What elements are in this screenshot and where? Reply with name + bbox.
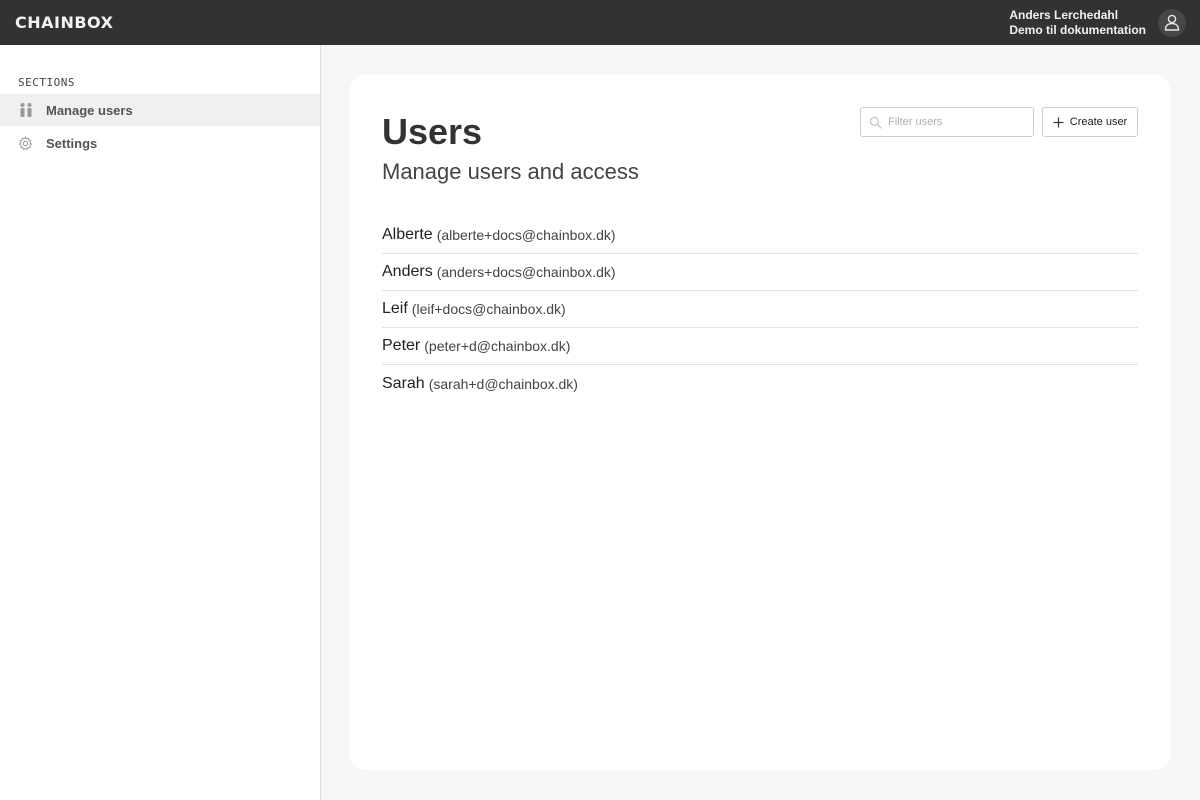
sidebar-item-manage-users[interactable]: Manage users <box>0 94 320 126</box>
search-icon <box>869 116 882 129</box>
plus-icon <box>1053 117 1064 127</box>
user-row-sarah[interactable]: Sarah (sarah+d@chainbox.dk) <box>382 365 1138 402</box>
user-name: Sarah <box>382 374 425 392</box>
user-email: (peter+d@chainbox.dk) <box>424 338 571 354</box>
user-email: (anders+docs@chainbox.dk) <box>436 264 616 280</box>
create-user-label: Create user <box>1069 116 1128 128</box>
user-row-leif[interactable]: Leif (leif+docs@chainbox.dk) <box>382 291 1138 328</box>
top-bar: CHAINBOX Anders Lerchedahl Demo til doku… <box>0 0 1200 45</box>
user-name: Peter <box>382 337 421 354</box>
sidebar-item-settings[interactable]: Settings <box>0 127 320 159</box>
filter-users-field[interactable] <box>860 107 1034 137</box>
user-name: Alberte <box>382 226 433 243</box>
user-menu[interactable]: Anders Lerchedahl Demo til dokumentation <box>1009 8 1186 38</box>
user-info[interactable]: Anders Lerchedahl Demo til dokumentation <box>1009 8 1146 38</box>
sidebar-section-title: SECTIONS <box>18 76 75 89</box>
user-icon <box>1164 14 1180 31</box>
sidebar-item-label: Manage users <box>46 102 133 118</box>
user-name: Anders Lerchedahl <box>1009 7 1119 22</box>
user-email: (leif+docs@chainbox.dk) <box>411 301 566 317</box>
user-row-peter[interactable]: Peter (peter+d@chainbox.dk) <box>382 328 1138 365</box>
user-row-anders[interactable]: Anders (anders+docs@chainbox.dk) <box>382 254 1138 291</box>
main-card: Users Manage users and access Create use… <box>350 75 1170 770</box>
user-row-alberte[interactable]: Alberte (alberte+docs@chainbox.dk) <box>382 217 1138 254</box>
gear-icon <box>17 135 34 152</box>
avatar[interactable] <box>1158 8 1186 37</box>
users-icon <box>17 102 34 119</box>
user-email: (sarah+d@chainbox.dk) <box>428 375 578 392</box>
organization-name: Demo til dokumentation <box>1009 22 1146 37</box>
user-name: Anders <box>382 263 433 280</box>
sidebar: SECTIONS Manage users Settings <box>0 45 321 800</box>
filter-users-input[interactable] <box>888 116 1028 128</box>
sidebar-item-label: Settings <box>46 135 98 151</box>
user-email: (alberte+docs@chainbox.dk) <box>436 227 616 243</box>
page-subtitle: Manage users and access <box>382 159 639 184</box>
page-title: Users <box>382 111 483 152</box>
user-list: Alberte (alberte+docs@chainbox.dk) Ander… <box>382 217 1138 402</box>
user-name: Leif <box>382 300 408 317</box>
app-logo[interactable]: CHAINBOX <box>15 13 113 32</box>
create-user-button[interactable]: Create user <box>1042 107 1138 137</box>
